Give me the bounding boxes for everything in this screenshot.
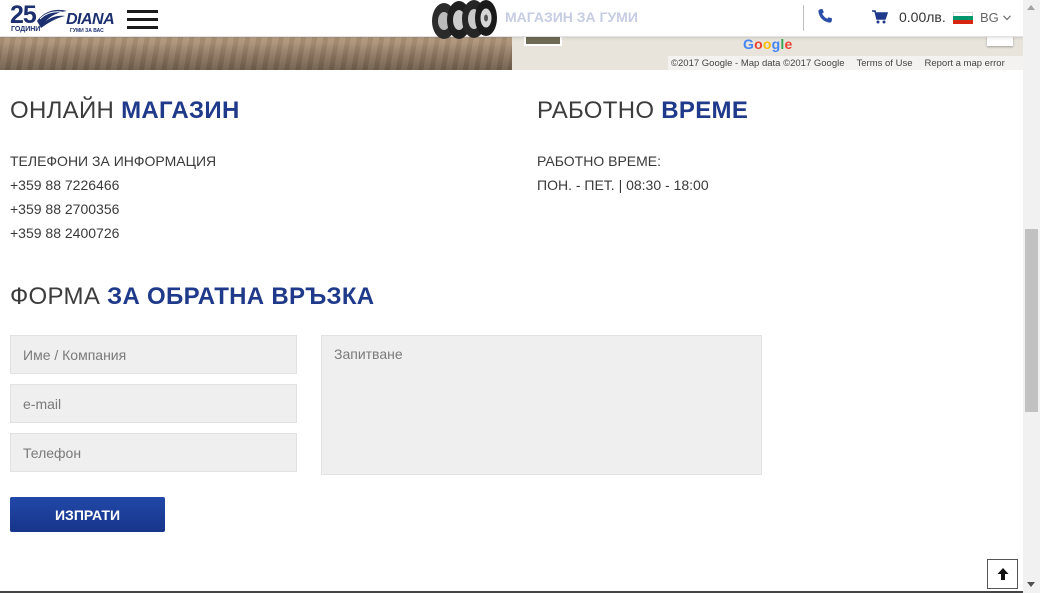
language-label: BG [980,10,999,25]
phone-input[interactable] [10,433,297,472]
tires-image [432,0,497,39]
working-hours-value: ПОН. - ПЕТ. | 08:30 - 18:00 [537,177,709,193]
inquiry-textarea[interactable] [321,335,762,475]
chevron-down-icon [1002,14,1011,21]
map-footer: ©2017 Google - Map data ©2017 Google Ter… [668,56,1023,70]
contact-form-title: ФОРМА ЗА ОБРАТНА ВРЪЗКА [10,283,375,310]
email-input[interactable] [10,384,297,423]
map-attribution: ©2017 Google - Map data ©2017 Google [671,57,845,69]
arrow-up-icon [997,568,1008,580]
header-divider [803,5,804,31]
phone-number[interactable]: +359 88 2700356 [10,201,119,217]
working-hours-title: РАБОТНО ВРЕМЕ [537,97,749,124]
menu-toggle-button[interactable] [127,10,159,30]
site-header: 25 ГОДИНИ DIANA ГУМИ ЗА ВАС МАГАЗИН ЗА Г… [0,0,1023,39]
logo-bird-icon [37,9,67,29]
site-logo[interactable]: 25 ГОДИНИ DIANA ГУМИ ЗА ВАС [10,1,118,35]
page-scrollbar[interactable] [1023,0,1040,593]
working-hours-label: РАБОТНО ВРЕМЕ: [537,153,662,169]
google-logo: Google [743,36,793,52]
cart-total[interactable]: 0.00лв. [899,9,946,25]
scrollbar-thumb[interactable] [1025,229,1038,412]
scroll-down-arrow[interactable] [1027,582,1035,587]
phone-number[interactable]: +359 88 2400726 [10,225,119,241]
scroll-up-arrow[interactable] [1027,5,1035,10]
logo-tagline: ГУМИ ЗА ВАС [70,28,104,34]
name-company-input[interactable] [10,335,297,374]
cart-icon[interactable] [872,10,888,24]
bulgaria-flag-icon [953,12,973,24]
phone-icon[interactable] [817,8,833,24]
back-to-top-button[interactable] [987,559,1018,589]
tire-shop-link[interactable]: МАГАЗИН ЗА ГУМИ [505,9,638,25]
language-selector[interactable]: BG [980,10,1011,25]
phone-number[interactable]: +359 88 7226466 [10,177,119,193]
map-report-link[interactable]: Report a map error [924,58,1004,69]
online-shop-title: ОНЛАЙН МАГАЗИН [10,97,240,124]
logo-brand: DIANA [66,11,115,28]
map-terms-link[interactable]: Terms of Use [857,58,913,69]
phones-label: ТЕЛЕФОНИ ЗА ИНФОРМАЦИЯ [10,153,217,169]
submit-button[interactable]: ИЗПРАТИ [10,497,165,532]
